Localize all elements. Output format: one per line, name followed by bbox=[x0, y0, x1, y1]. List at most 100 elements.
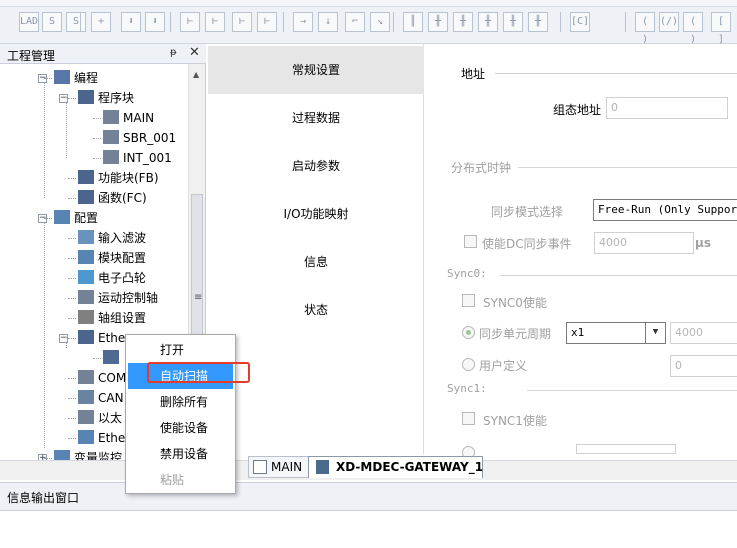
toolbar-button[interactable]: ╫ bbox=[503, 12, 523, 32]
toolbar-button[interactable]: ⬇ bbox=[121, 12, 141, 32]
tree-item[interactable]: 编程 bbox=[54, 68, 98, 88]
toolbar-button[interactable]: ╫ bbox=[453, 12, 473, 32]
toolbar-button[interactable]: ↘ bbox=[370, 12, 390, 32]
tree-item[interactable]: 配置 bbox=[54, 208, 98, 228]
menu-item-disable-device[interactable]: 禁用设备 bbox=[128, 441, 233, 467]
nav-info[interactable]: 信息 bbox=[208, 238, 424, 286]
menu-item-enable-device[interactable]: 使能设备 bbox=[128, 415, 233, 441]
nav-process-data[interactable]: 过程数据 bbox=[208, 94, 424, 142]
dc-group-label: 分布式时钟 bbox=[451, 161, 512, 175]
sync-mode-select[interactable]: Free-Run (Only Supported bbox=[593, 199, 737, 221]
toolbar-button[interactable]: ╫ bbox=[528, 12, 548, 32]
toolbar-button[interactable]: ⊢ bbox=[257, 12, 277, 32]
collapse-icon[interactable]: − bbox=[59, 334, 68, 343]
tree-item[interactable]: CAN bbox=[78, 388, 124, 408]
chevron-down-icon[interactable]: ▼ bbox=[645, 323, 665, 343]
collapse-icon[interactable]: − bbox=[59, 94, 68, 103]
tree-item[interactable]: 以太 bbox=[78, 408, 122, 428]
tree-item[interactable] bbox=[103, 348, 123, 368]
toolbar-button[interactable]: [ ] bbox=[711, 12, 731, 45]
tree-item-label: MAIN bbox=[123, 111, 155, 125]
menu-item-delete-all[interactable]: 删除所有 bbox=[128, 389, 233, 415]
toolbar-button[interactable]: S bbox=[42, 12, 62, 32]
sync-unit-cycle-radio[interactable] bbox=[462, 326, 475, 339]
tree-connector bbox=[68, 418, 76, 419]
toolbar-button[interactable]: ⬇ bbox=[145, 12, 165, 32]
tree-item-label: 编程 bbox=[74, 71, 99, 85]
menu-item-open[interactable]: 打开 bbox=[128, 337, 233, 363]
tree-item[interactable]: Ethe bbox=[78, 328, 125, 348]
tree-item[interactable]: COM bbox=[78, 368, 126, 388]
address-group-divider bbox=[495, 73, 737, 74]
toolbar-button[interactable]: (/) bbox=[659, 12, 679, 32]
sync0-group-label: Sync0: bbox=[447, 267, 487, 280]
tree-item[interactable]: SBR_001 bbox=[103, 128, 176, 148]
toolbar-button[interactable]: ↓ bbox=[318, 12, 338, 32]
tree-item[interactable]: 轴组设置 bbox=[78, 308, 146, 328]
toolbar-button[interactable]: ⊢ bbox=[205, 12, 225, 32]
tree-item[interactable]: 程序块 bbox=[78, 88, 134, 108]
toolbar-button[interactable]: + bbox=[91, 12, 111, 32]
tree-item[interactable]: 输入滤波 bbox=[78, 228, 146, 248]
toolbar-separator bbox=[625, 12, 626, 32]
toolbar-button[interactable]: ⌐ bbox=[345, 12, 365, 32]
tree-item-label: 轴组设置 bbox=[98, 311, 147, 325]
tree-item[interactable]: 运动控制轴 bbox=[78, 288, 158, 308]
config-address-field[interactable]: 0 bbox=[606, 97, 728, 119]
tree-item[interactable]: INT_001 bbox=[103, 148, 172, 168]
toolbar-button[interactable]: LAD bbox=[19, 12, 39, 32]
toolbar-button[interactable]: [C] bbox=[570, 12, 590, 32]
enable-dc-field[interactable]: 4000 bbox=[594, 232, 694, 254]
sync0-enable-checkbox[interactable] bbox=[462, 294, 475, 307]
toolbar-button[interactable]: ╫ bbox=[428, 12, 448, 32]
enable-dc-checkbox[interactable] bbox=[464, 235, 477, 248]
tree-item[interactable]: 功能块(FB) bbox=[78, 168, 159, 188]
close-icon[interactable]: ✕ bbox=[189, 45, 200, 60]
sync-unit-cycle-result[interactable]: 4000 bbox=[670, 322, 737, 344]
toolbar-button[interactable]: ( ) bbox=[683, 12, 703, 45]
toolbar-button[interactable]: ( ) bbox=[635, 12, 655, 45]
sync-mode-label: 同步模式选择 bbox=[491, 205, 564, 219]
tree-item[interactable]: 变量监控 bbox=[54, 448, 122, 460]
toolbar-button[interactable]: S bbox=[66, 12, 86, 32]
toolbar-button[interactable]: ║ bbox=[403, 12, 423, 32]
tab-main[interactable]: MAIN bbox=[248, 456, 310, 478]
tree-connector bbox=[68, 338, 76, 339]
tree-connector bbox=[68, 318, 76, 319]
project-panel-header: 工程管理 ᵽ ✕ bbox=[0, 44, 206, 64]
user-defined-radio[interactable] bbox=[462, 358, 475, 371]
user-defined-field[interactable]: 0 bbox=[670, 355, 737, 377]
menu-item-auto-scan[interactable]: 自动扫描 bbox=[128, 363, 233, 389]
tree-connector bbox=[68, 278, 76, 279]
scroll-up-icon[interactable]: ▲ bbox=[193, 70, 199, 79]
nav-startup-params[interactable]: 启动参数 bbox=[208, 142, 424, 190]
pin-icon[interactable]: ᵽ bbox=[170, 47, 177, 58]
sync-unit-cycle-select[interactable]: x1 ▼ bbox=[566, 322, 666, 344]
tree-item[interactable]: 函数(FC) bbox=[78, 188, 147, 208]
gear-icon bbox=[78, 310, 94, 324]
device-icon bbox=[316, 460, 329, 474]
enable-dc-unit: μs bbox=[695, 236, 711, 250]
nav-io-mapping[interactable]: I/O功能映射 bbox=[208, 190, 424, 238]
tree-item[interactable]: 模块配置 bbox=[78, 248, 146, 268]
tab-gateway[interactable]: XD-MDEC-GATEWAY_1 bbox=[308, 456, 483, 478]
sync1-cycle-select[interactable] bbox=[576, 444, 676, 454]
tree-item-label: CAN bbox=[98, 391, 124, 405]
tree-item-label: 程序块 bbox=[98, 91, 135, 105]
toolbar-separator bbox=[80, 12, 81, 32]
nav-status[interactable]: 状态 bbox=[208, 286, 424, 334]
sync1-enable-checkbox[interactable] bbox=[462, 412, 475, 425]
nav-general-settings[interactable]: 常规设置 bbox=[208, 46, 424, 94]
wave-icon bbox=[78, 230, 94, 244]
toolbar-separator bbox=[170, 12, 171, 32]
toolbar-button[interactable]: ⊢ bbox=[180, 12, 200, 32]
toolbar-button[interactable]: ⊢ bbox=[232, 12, 252, 32]
document-icon bbox=[103, 150, 119, 164]
toolbar-button[interactable]: → bbox=[293, 12, 313, 32]
tree-item[interactable]: 电子凸轮 bbox=[78, 268, 146, 288]
tree-item[interactable]: Ethe bbox=[78, 428, 125, 448]
module-icon bbox=[78, 250, 94, 264]
toolbar-button[interactable]: ╫ bbox=[478, 12, 498, 32]
toolbar-separator bbox=[393, 12, 394, 32]
tree-item[interactable]: MAIN bbox=[103, 108, 154, 128]
